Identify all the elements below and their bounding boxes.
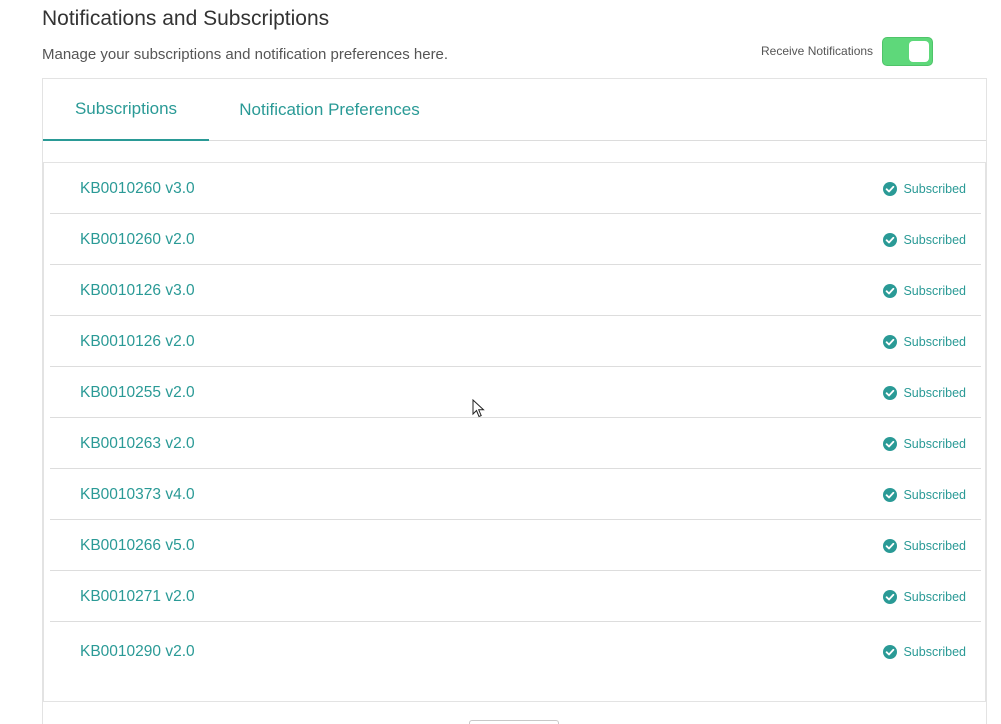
subscribed-status-label: Subscribed [903, 181, 966, 196]
notifications-page: Notifications and Subscriptions Manage y… [0, 0, 1001, 724]
check-circle-icon [883, 538, 898, 553]
subscribed-status: Subscribed [883, 163, 966, 214]
subscription-link[interactable]: KB0010266 v5.0 [80, 520, 195, 571]
subscription-link[interactable]: KB0010373 v4.0 [80, 469, 195, 520]
subscription-row[interactable]: KB0010266 v5.0 Subscribed [50, 520, 981, 571]
subscription-row[interactable]: KB0010271 v2.0 Subscribed [50, 571, 981, 622]
check-circle-icon [883, 589, 898, 604]
subscribed-status: Subscribed [883, 214, 966, 265]
subscribed-status-label: Subscribed [903, 283, 966, 298]
check-circle-icon [883, 283, 898, 298]
subscription-list: KB0010260 v3.0 Subscribed KB0010260 v2.0 Su… [43, 162, 986, 702]
subscription-row[interactable]: KB0010126 v2.0 Subscribed [50, 316, 981, 367]
toggle-knob [909, 40, 930, 62]
subscription-row[interactable]: KB0010255 v2.0 Subscribed [50, 367, 981, 418]
receive-notifications-label: Receive Notifications [761, 44, 874, 58]
subscription-row[interactable]: KB0010373 v4.0 Subscribed [50, 469, 981, 520]
subscription-link[interactable]: KB0010271 v2.0 [80, 571, 195, 622]
tab-notification-preferences[interactable]: Notification Preferences [239, 79, 420, 141]
tab-bar: Subscriptions Notification Preferences [43, 79, 986, 141]
subscribed-status-label: Subscribed [903, 232, 966, 247]
subscribed-status-label: Subscribed [903, 589, 966, 604]
check-circle-icon [883, 232, 898, 247]
check-circle-icon [883, 181, 898, 196]
check-circle-icon [883, 385, 898, 400]
page-subtitle: Manage your subscriptions and notificati… [42, 46, 449, 63]
subscription-row[interactable]: KB0010290 v2.0 Subscribed [50, 626, 981, 688]
check-circle-icon [883, 644, 898, 659]
subscribed-status: Subscribed [883, 571, 966, 622]
bottom-button-edge[interactable] [469, 720, 559, 724]
subscribed-status: Subscribed [883, 469, 966, 520]
subscribed-status-label: Subscribed [903, 385, 966, 400]
subscribed-status: Subscribed [883, 520, 966, 571]
subscriptions-panel: Subscriptions Notification Preferences K… [42, 78, 987, 724]
subscription-row[interactable]: KB0010260 v3.0 Subscribed [50, 163, 981, 214]
subscribed-status-label: Subscribed [903, 487, 966, 502]
receive-notifications-toggle[interactable] [882, 36, 934, 66]
subscribed-status-label: Subscribed [903, 644, 966, 659]
subscribed-status: Subscribed [883, 418, 966, 469]
page-title: Notifications and Subscriptions [42, 7, 330, 30]
subscribed-status-label: Subscribed [903, 436, 966, 451]
subscription-row[interactable]: KB0010263 v2.0 Subscribed [50, 418, 981, 469]
mouse-pointer-icon [472, 399, 485, 418]
tab-subscriptions[interactable]: Subscriptions [43, 79, 209, 141]
subscription-row[interactable]: KB0010126 v3.0 Subscribed [50, 265, 981, 316]
subscribed-status-label: Subscribed [903, 538, 966, 553]
subscription-row[interactable]: KB0010260 v2.0 Subscribed [50, 214, 981, 265]
check-circle-icon [883, 334, 898, 349]
subscription-link[interactable]: KB0010260 v2.0 [80, 214, 195, 265]
subscription-link[interactable]: KB0010126 v2.0 [80, 316, 195, 367]
subscribed-status: Subscribed [883, 626, 966, 677]
subscribed-status: Subscribed [883, 367, 966, 418]
subscription-link[interactable]: KB0010263 v2.0 [80, 418, 195, 469]
subscription-link[interactable]: KB0010255 v2.0 [80, 367, 195, 418]
check-circle-icon [883, 436, 898, 451]
receive-notifications-control: Receive Notifications [761, 36, 934, 66]
subscribed-status: Subscribed [883, 265, 966, 316]
subscribed-status-label: Subscribed [903, 334, 966, 349]
subscription-link[interactable]: KB0010290 v2.0 [80, 626, 195, 677]
check-circle-icon [883, 487, 898, 502]
subscription-link[interactable]: KB0010126 v3.0 [80, 265, 195, 316]
subscribed-status: Subscribed [883, 316, 966, 367]
subscription-link[interactable]: KB0010260 v3.0 [80, 163, 195, 214]
